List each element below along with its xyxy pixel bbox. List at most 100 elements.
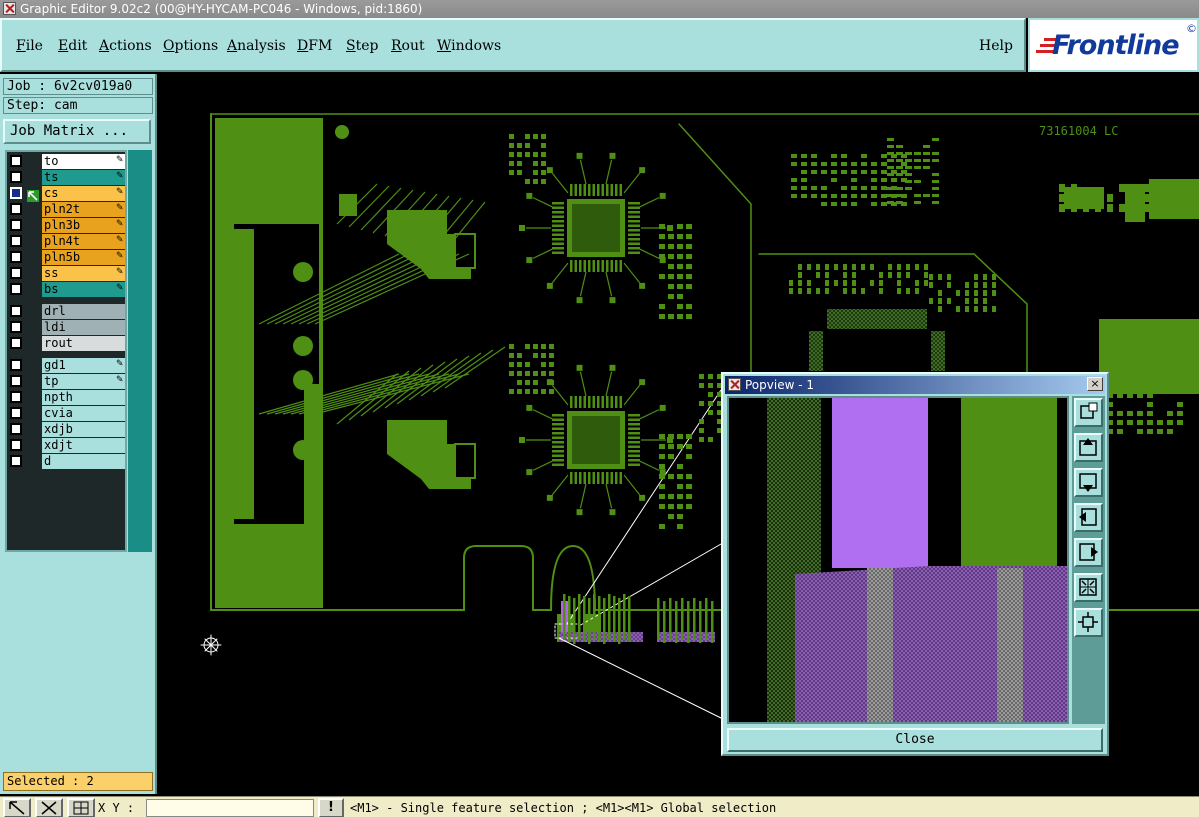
cross-select-button[interactable] xyxy=(35,798,63,817)
edit-pencil-icon: ✎ xyxy=(116,267,124,277)
layer-name[interactable]: npth xyxy=(42,390,125,405)
popview-zoom-out-button[interactable] xyxy=(1074,608,1103,637)
layer-row-to[interactable]: to ✎ xyxy=(7,154,125,169)
layer-row-npth[interactable]: npth xyxy=(7,390,125,405)
layer-name[interactable]: gd1 xyxy=(42,358,125,373)
layer-row-pln3b[interactable]: pln3b ✎ xyxy=(7,218,125,233)
layer-name[interactable]: pln4t xyxy=(42,234,125,249)
layer-checkbox[interactable] xyxy=(10,423,22,435)
layer-checkbox[interactable] xyxy=(10,305,22,317)
layer-row-bs[interactable]: bs ✎ xyxy=(7,282,125,297)
layer-checkbox[interactable] xyxy=(10,337,22,349)
popview-close-icon[interactable]: × xyxy=(1087,377,1103,391)
xy-label: X Y : xyxy=(98,801,135,815)
popview-window[interactable]: Popview - 1 × Close xyxy=(721,372,1109,756)
menu-help[interactable]: Help xyxy=(979,38,1013,54)
layer-row-rout[interactable]: rout xyxy=(7,336,125,351)
app-icon xyxy=(3,2,16,15)
layer-checkbox[interactable] xyxy=(10,171,22,183)
layer-checkbox[interactable] xyxy=(10,155,22,167)
layer-row-pln4t[interactable]: pln4t ✎ xyxy=(7,234,125,249)
layer-checkbox[interactable] xyxy=(10,439,22,451)
popview-zoom-fit-button[interactable] xyxy=(1074,398,1103,427)
layer-row-d[interactable]: d xyxy=(7,454,125,469)
layer-row-pln5b[interactable]: pln5b ✎ xyxy=(7,250,125,265)
xy-coordinate-field[interactable] xyxy=(146,799,314,817)
menu-analysis[interactable]: Analysis xyxy=(227,38,286,54)
popview-pan-right-button[interactable] xyxy=(1074,538,1103,567)
menu-options[interactable]: Options xyxy=(163,38,218,54)
layer-name[interactable]: pln5b xyxy=(42,250,125,265)
popview-pan-down-button[interactable] xyxy=(1074,468,1103,497)
layer-checkbox[interactable] xyxy=(10,251,22,263)
layer-name[interactable]: cvia xyxy=(42,406,125,421)
layer-name[interactable]: ss xyxy=(42,266,125,281)
layer-name[interactable]: cs xyxy=(42,186,125,201)
layer-name[interactable]: xdjt xyxy=(42,438,125,453)
alert-button[interactable]: ! xyxy=(318,798,344,817)
menu-rout[interactable]: Rout xyxy=(391,38,425,54)
layer-checkbox[interactable] xyxy=(10,359,22,371)
layer-row-cs[interactable]: cs ✎ xyxy=(7,186,125,202)
menu-edit[interactable]: Edit xyxy=(58,38,87,54)
layer-name[interactable]: to xyxy=(42,154,125,169)
layer-name[interactable]: pln3b xyxy=(42,218,125,233)
menu-windows[interactable]: Windows xyxy=(437,38,501,54)
layer-checkbox[interactable] xyxy=(10,391,22,403)
layer-row-tp[interactable]: tp ✎ xyxy=(7,374,125,389)
layer-row-xdjt[interactable]: xdjt xyxy=(7,438,125,453)
board-label: 73161004 LC xyxy=(1039,124,1118,138)
layer-checkbox[interactable] xyxy=(10,407,22,419)
layer-name[interactable]: rout xyxy=(42,336,125,351)
menu-file[interactable]: File xyxy=(16,38,43,54)
layer-checkbox[interactable] xyxy=(10,203,22,215)
edit-pencil-icon: ✎ xyxy=(116,251,124,261)
layer-row-pln2t[interactable]: pln2t ✎ xyxy=(7,202,125,217)
layer-checkbox[interactable] xyxy=(10,375,22,387)
menu-dfm[interactable]: DFM xyxy=(297,38,332,54)
layer-checkbox[interactable] xyxy=(10,219,22,231)
layer-name[interactable]: xdjb xyxy=(42,422,125,437)
layer-checkbox[interactable] xyxy=(10,455,22,467)
menu-bar: File Edit Actions Options Analysis DFM S… xyxy=(0,18,1026,72)
layer-name[interactable]: drl xyxy=(42,304,125,319)
grid-snap-button[interactable] xyxy=(67,798,95,817)
layer-checkbox[interactable] xyxy=(10,283,22,295)
select-mode-button[interactable] xyxy=(3,798,31,817)
layer-name[interactable]: d xyxy=(42,454,125,469)
layer-row-ss[interactable]: ss ✎ xyxy=(7,266,125,281)
menu-step[interactable]: Step xyxy=(346,38,378,54)
edit-pencil-icon: ✎ xyxy=(116,171,124,181)
edit-pencil-icon: ✎ xyxy=(116,375,124,385)
layer-row-ts[interactable]: ts ✎ xyxy=(7,170,125,185)
popview-pan-up-button[interactable] xyxy=(1074,433,1103,462)
layer-name[interactable]: ts xyxy=(42,170,125,185)
layer-row-drl[interactable]: drl xyxy=(7,304,125,319)
popview-zoom-view[interactable] xyxy=(727,396,1069,724)
edit-pencil-icon: ✎ xyxy=(116,359,124,369)
job-matrix-button[interactable]: Job Matrix ... xyxy=(3,119,151,144)
edit-pencil-icon: ✎ xyxy=(116,235,124,245)
menu-actions[interactable]: Actions xyxy=(99,38,152,54)
title-bar: Graphic Editor 9.02c2 (00@HY-HYCAM-PC046… xyxy=(0,0,1199,18)
popview-zoom-in-button[interactable] xyxy=(1074,573,1103,602)
layer-row-gd1[interactable]: gd1 ✎ xyxy=(7,358,125,373)
arrow-down-icon xyxy=(1079,473,1097,492)
layer-checkbox[interactable] xyxy=(10,235,22,247)
layer-row-cvia[interactable]: cvia xyxy=(7,406,125,421)
popview-title-bar[interactable]: Popview - 1 × xyxy=(725,376,1105,394)
layer-name[interactable]: tp xyxy=(42,374,125,389)
layer-checkbox[interactable] xyxy=(10,267,22,279)
layer-row-xdjb[interactable]: xdjb xyxy=(7,422,125,437)
layer-name[interactable]: bs xyxy=(42,282,125,297)
layer-name[interactable]: ldi xyxy=(42,320,125,335)
popview-app-icon xyxy=(728,378,741,391)
popview-close-button[interactable]: Close xyxy=(727,728,1103,752)
layer-row-ldi[interactable]: ldi xyxy=(7,320,125,335)
layer-checkbox[interactable] xyxy=(10,187,22,199)
graphic-editor-window: Graphic Editor 9.02c2 (00@HY-HYCAM-PC046… xyxy=(0,0,1199,817)
layer-checkbox[interactable] xyxy=(10,321,22,333)
layer-name[interactable]: pln2t xyxy=(42,202,125,217)
zoom-fit-icon xyxy=(1080,402,1098,419)
popview-pan-left-button[interactable] xyxy=(1074,503,1103,532)
